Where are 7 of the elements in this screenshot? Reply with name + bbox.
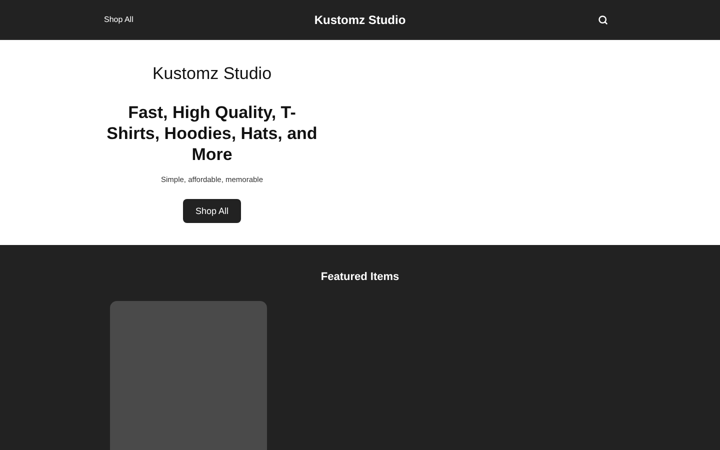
shop-all-button[interactable]: Shop All [183, 199, 241, 224]
brand-title: Kustomz Studio [314, 12, 406, 28]
search-icon[interactable] [598, 14, 608, 24]
hero-title: Kustomz Studio [152, 64, 272, 84]
section-title: Featured Items [320, 270, 400, 285]
nav-link[interactable]: Shop All [104, 14, 164, 26]
hero-headline: Fast, High Quality, T-Shirts, Hoodies, Hats, and More [106, 102, 318, 165]
